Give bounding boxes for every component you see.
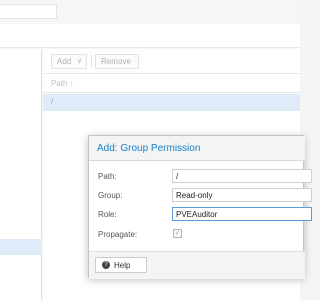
path-field[interactable]: / <box>172 169 312 183</box>
role-field[interactable]: PVEAuditor <box>172 207 312 221</box>
dialog-title: Add: Group Permission <box>97 143 201 154</box>
group-field[interactable]: Read-only <box>172 188 312 202</box>
dialog-footer: ? Help <box>89 251 305 279</box>
propagate-row: Propagate: ✓ <box>89 226 305 244</box>
propagate-label: Propagate: <box>98 230 138 239</box>
group-label: Group: <box>98 191 123 200</box>
group-row: Group: Read-only <box>89 187 312 205</box>
help-button-label: Help <box>114 261 131 270</box>
path-label: Path: <box>98 172 117 181</box>
dialog-header[interactable]: Add: Group Permission <box>89 136 305 161</box>
path-row: Path: / <box>89 168 312 186</box>
role-label: Role: <box>98 210 117 219</box>
role-row: Role: PVEAuditor <box>89 206 312 224</box>
help-circle-icon: ? <box>102 261 110 269</box>
help-button[interactable]: ? Help <box>95 257 147 273</box>
add-group-permission-dialog: Add: Group Permission Path: / Group: Rea… <box>88 135 312 279</box>
propagate-checkbox[interactable]: ✓ <box>173 229 182 238</box>
